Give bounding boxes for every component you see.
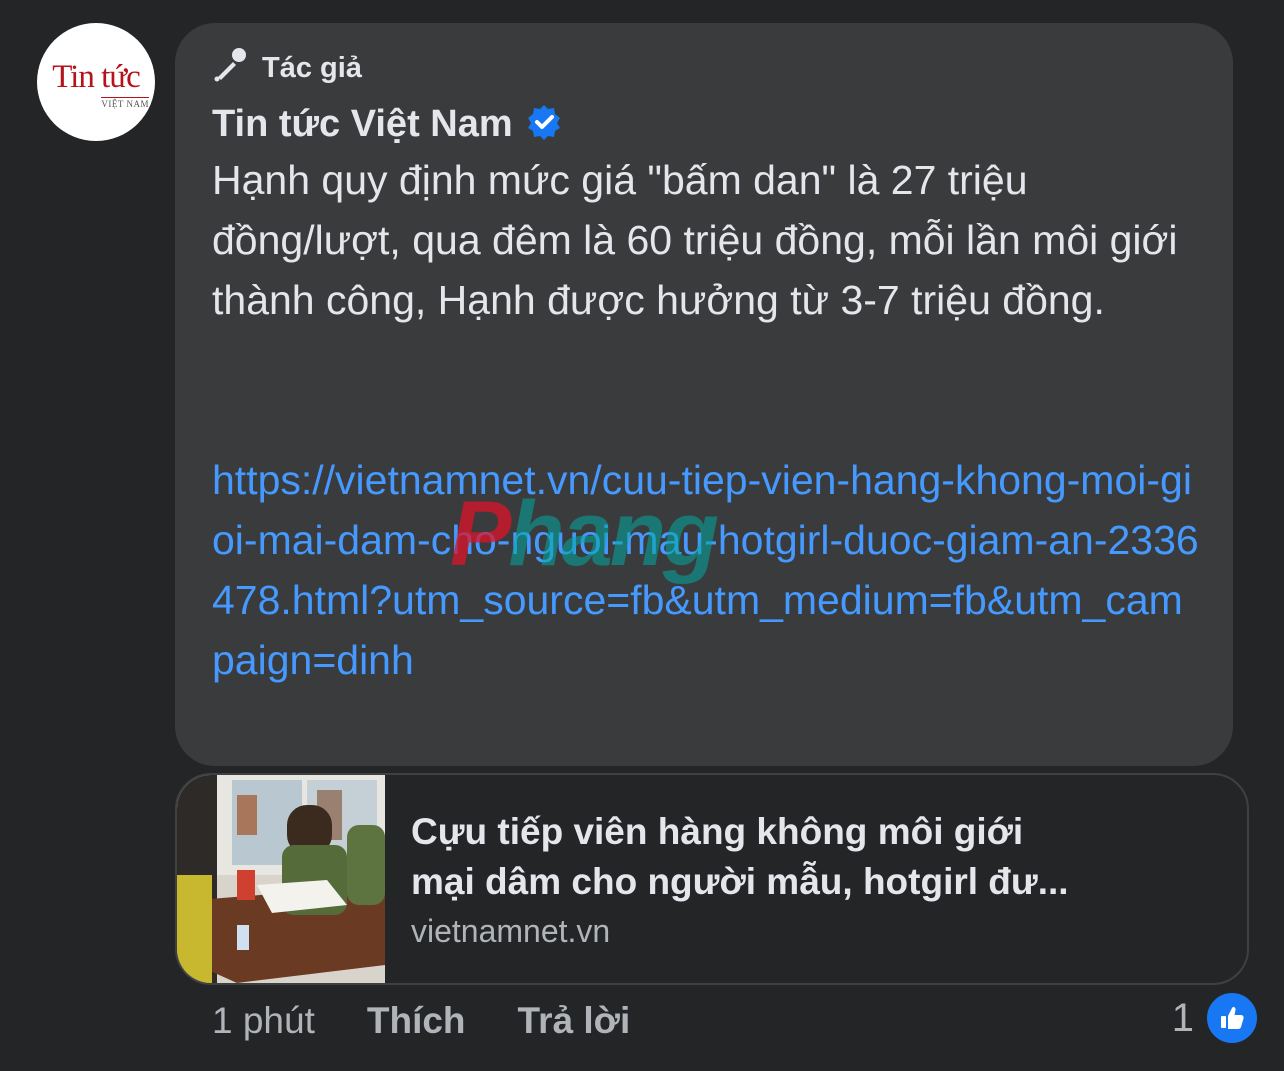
watermark-logo: Phang xyxy=(450,488,719,580)
like-button[interactable]: Thích xyxy=(367,1000,466,1042)
author-badge-label: Tác giả xyxy=(262,51,362,84)
author-row: Tin tức Việt Nam xyxy=(212,100,563,148)
author-badge: Tác giả xyxy=(212,48,362,88)
link-preview-thumbnail xyxy=(177,775,385,983)
thumbs-up-icon xyxy=(1204,990,1260,1046)
link-preview-title[interactable]: Cựu tiếp viên hàng không môi giới mại dâ… xyxy=(411,807,1231,907)
watermark-text-red: P xyxy=(450,483,511,585)
microphone-icon xyxy=(212,45,250,91)
verified-badge-icon xyxy=(525,103,563,146)
author-name[interactable]: Tin tức Việt Nam xyxy=(212,103,513,146)
reaction-summary[interactable]: 1 xyxy=(1171,990,1260,1046)
comment-body: Hạnh quy định mức giá "bấm dan" là 27 tr… xyxy=(212,157,1178,323)
link-preview-card[interactable]: Cựu tiếp viên hàng không môi giới mại dâ… xyxy=(175,773,1249,985)
link-preview-title-line2: mại dâm cho người mẫu, hotgirl đư... xyxy=(411,861,1069,902)
watermark-text-teal: hang xyxy=(508,483,719,585)
page-avatar[interactable]: Tin tức VIỆT NAM xyxy=(37,23,155,141)
reaction-count: 1 xyxy=(1171,995,1194,1040)
link-preview-domain: vietnamnet.vn xyxy=(411,913,611,949)
link-preview-title-line1: Cựu tiếp viên hàng không môi giới xyxy=(411,811,1024,852)
avatar-logo-text: Tin tức xyxy=(52,59,141,95)
comment-actions: 1 phút Thích Trả lời xyxy=(212,998,682,1044)
avatar-logo-subtext: VIỆT NAM xyxy=(101,97,149,109)
comment-timestamp[interactable]: 1 phút xyxy=(212,1000,315,1042)
reply-button[interactable]: Trả lời xyxy=(518,1000,631,1042)
